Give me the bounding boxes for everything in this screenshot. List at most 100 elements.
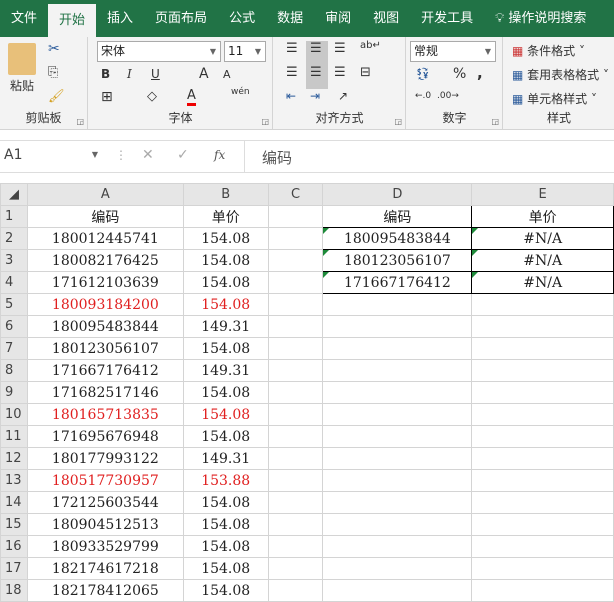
cell-empty[interactable] — [267, 535, 324, 558]
cell-code[interactable]: 180177993122 — [26, 447, 184, 470]
cell-code[interactable]: 180012445741 — [26, 227, 184, 250]
cell-empty[interactable] — [322, 513, 473, 536]
cell-price[interactable]: 154.08 — [182, 425, 269, 448]
cell-empty[interactable] — [471, 535, 614, 558]
row-header[interactable]: 18 — [0, 579, 28, 602]
tab-data[interactable]: 数据 — [266, 0, 314, 37]
align-center-icon[interactable]: ☰ — [310, 65, 322, 80]
cell-empty[interactable] — [322, 557, 473, 580]
cell-code[interactable]: 180165713835 — [26, 403, 184, 426]
row-header[interactable]: 1 — [0, 205, 28, 228]
cell-price[interactable]: 154.08 — [182, 579, 269, 602]
underline-button[interactable]: U — [151, 67, 160, 81]
shrink-font-button[interactable]: A — [223, 68, 231, 81]
font-name-select[interactable]: 宋体 ▼ — [97, 41, 221, 62]
cell-empty[interactable] — [471, 447, 614, 470]
fill-color-icon[interactable]: ◇ — [147, 89, 157, 104]
cell-price[interactable]: 154.08 — [182, 381, 269, 404]
name-box[interactable]: A1 ▼ — [4, 147, 100, 163]
cell-empty[interactable] — [322, 579, 473, 602]
row-header[interactable]: 4 — [0, 271, 28, 294]
tell-me-search[interactable]: 💡︎ 操作说明搜索 — [484, 0, 597, 37]
row-header[interactable]: 5 — [0, 293, 28, 316]
number-format-select[interactable]: 常规 ▼ — [410, 41, 496, 62]
cell-empty[interactable] — [471, 579, 614, 602]
italic-button[interactable]: I — [127, 67, 132, 81]
select-all-corner[interactable]: ◢ — [0, 183, 28, 206]
cell-empty[interactable] — [322, 535, 473, 558]
cell-empty[interactable] — [322, 337, 473, 360]
cell-empty[interactable] — [322, 315, 473, 338]
row-header[interactable]: 7 — [0, 337, 28, 360]
cell-code[interactable]: 180517730957 — [26, 469, 184, 492]
cell-empty[interactable] — [267, 469, 324, 492]
cell-empty[interactable] — [471, 337, 614, 360]
increase-indent-icon[interactable]: ⇥ — [310, 89, 320, 103]
cell-empty[interactable] — [322, 447, 473, 470]
cell-price[interactable]: 154.08 — [182, 535, 269, 558]
cell-empty[interactable] — [471, 469, 614, 492]
cell-empty[interactable] — [471, 315, 614, 338]
lookup-code[interactable]: 180123056107 — [322, 249, 473, 272]
cell-empty[interactable] — [267, 403, 324, 426]
insert-function-button[interactable]: fx — [214, 148, 225, 162]
comma-button[interactable]: , — [477, 64, 483, 82]
font-size-select[interactable]: 11 ▼ — [224, 41, 266, 62]
row-header[interactable]: 17 — [0, 557, 28, 580]
cell-price[interactable]: 154.08 — [182, 227, 269, 250]
column-header[interactable]: A — [26, 183, 184, 206]
cell-price[interactable]: 154.08 — [182, 293, 269, 316]
format-as-table-button[interactable]: ▦ 套用表格格式 ˅ — [512, 66, 609, 83]
align-right-icon[interactable]: ☰ — [334, 65, 346, 80]
cell-empty[interactable] — [471, 513, 614, 536]
cell-empty[interactable] — [267, 359, 324, 382]
cell-code[interactable]: 171695676948 — [26, 425, 184, 448]
cell-code[interactable]: 182174617218 — [26, 557, 184, 580]
cell-code[interactable]: 172125603544 — [26, 491, 184, 514]
cell-empty[interactable] — [471, 359, 614, 382]
cell-price[interactable]: 154.08 — [182, 337, 269, 360]
cell-empty[interactable] — [267, 315, 324, 338]
column-header[interactable]: E — [471, 183, 614, 206]
tab-review[interactable]: 审阅 — [314, 0, 362, 37]
cell-empty[interactable] — [322, 491, 473, 514]
cell-empty[interactable] — [471, 491, 614, 514]
row-header[interactable]: 3 — [0, 249, 28, 272]
cell-code[interactable]: 171612103639 — [26, 271, 184, 294]
cell-empty[interactable] — [471, 557, 614, 580]
align-left-icon[interactable]: ☰ — [286, 65, 298, 80]
lookup-price[interactable]: #N/A — [471, 271, 614, 294]
cell-empty[interactable] — [322, 425, 473, 448]
increase-decimal-icon[interactable]: ←.0 — [415, 91, 431, 101]
enter-icon[interactable]: ✓ — [177, 147, 189, 163]
cell-price[interactable]: 154.08 — [182, 513, 269, 536]
row-header[interactable]: 6 — [0, 315, 28, 338]
row-header[interactable]: 14 — [0, 491, 28, 514]
column-header[interactable]: D — [322, 183, 473, 206]
cell-empty[interactable] — [322, 359, 473, 382]
align-top-icon[interactable]: ☰ — [286, 41, 298, 56]
cell-code[interactable]: 180093184200 — [26, 293, 184, 316]
conditional-format-button[interactable]: ▦ 条件格式 ˅ — [512, 42, 585, 59]
dialog-launcher-icon[interactable]: ◲ — [394, 117, 402, 126]
currency-icon[interactable]: 💱︎ — [415, 67, 430, 81]
decrease-decimal-icon[interactable]: .00→ — [437, 91, 459, 101]
dialog-launcher-icon[interactable]: ◲ — [491, 117, 499, 126]
row-header[interactable]: 11 — [0, 425, 28, 448]
cell-code[interactable]: 180933529799 — [26, 535, 184, 558]
cell-empty[interactable] — [322, 469, 473, 492]
lookup-price[interactable]: #N/A — [471, 249, 614, 272]
row-header[interactable]: 2 — [0, 227, 28, 250]
cancel-icon[interactable]: ✕ — [142, 147, 154, 163]
row-header[interactable]: 12 — [0, 447, 28, 470]
phonetic-button[interactable]: wén — [231, 87, 250, 97]
percent-button[interactable]: % — [453, 66, 466, 82]
cell-empty[interactable] — [267, 227, 324, 250]
cell-price[interactable]: 154.08 — [182, 249, 269, 272]
cell-code[interactable]: 180904512513 — [26, 513, 184, 536]
cell-price[interactable]: 154.08 — [182, 491, 269, 514]
borders-icon[interactable]: ⊞ — [101, 89, 113, 105]
cell-code[interactable]: 182178412065 — [26, 579, 184, 602]
cell-code[interactable]: 171682517146 — [26, 381, 184, 404]
cell-empty[interactable] — [267, 205, 324, 228]
